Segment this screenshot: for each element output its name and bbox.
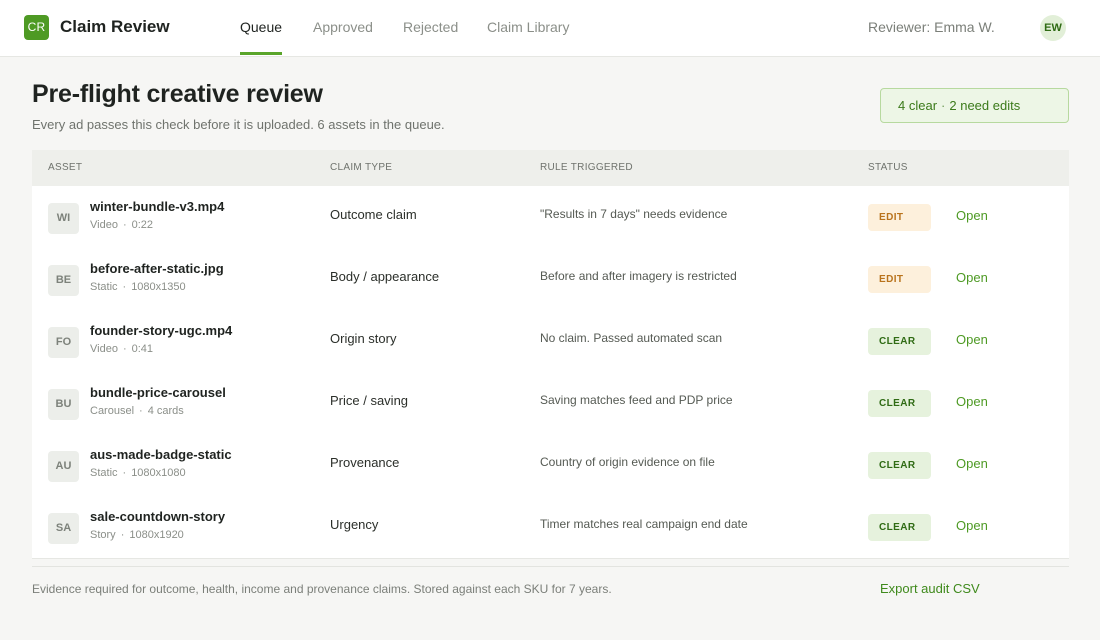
claim-type: Provenance (330, 455, 400, 470)
open-link[interactable]: Open (956, 456, 988, 471)
rule-triggered: No claim. Passed automated scan (540, 331, 723, 345)
status-badge: CLEAR (868, 390, 931, 417)
asset-thumbnail: AU (48, 451, 79, 482)
footer-note: Evidence required for outcome, health, i… (32, 582, 612, 596)
tab-rejected[interactable]: Rejected (403, 19, 458, 57)
header-status: STATUS (868, 162, 908, 173)
asset-format: Carousel (90, 405, 135, 417)
claim-type: Body / appearance (330, 269, 440, 284)
summary-clear-count: 4 clear (898, 98, 938, 113)
asset-meta: Story · 1080x1920 (90, 529, 184, 541)
open-link[interactable]: Open (956, 270, 988, 285)
summary-edits-count: 2 need edits (949, 98, 1021, 113)
avatar[interactable]: EW (1040, 15, 1066, 41)
asset-meta: Video · 0:22 (90, 219, 154, 231)
rule-triggered: Timer matches real campaign end date (540, 517, 748, 531)
table-header: ASSET CLAIM TYPE RULE TRIGGERED STATUS (32, 150, 1069, 186)
header-claim-type: CLAIM TYPE (330, 162, 393, 173)
header-asset: ASSET (48, 162, 83, 173)
asset-meta: Carousel · 4 cards (90, 405, 184, 417)
table-row: SA sale-countdown-story Story · 1080x1920 … (32, 496, 1069, 558)
review-table: ASSET CLAIM TYPE RULE TRIGGERED STATUS W… (32, 150, 1069, 559)
top-bar: CR Claim Review Queue Approved Rejected … (0, 0, 1100, 57)
asset-name: before-after-static.jpg (90, 261, 224, 276)
table-row: BE before-after-static.jpg Static · 1080x1… (32, 248, 1069, 310)
header-rule-triggered: RULE TRIGGERED (540, 162, 633, 173)
asset-name: winter-bundle-v3.mp4 (90, 199, 225, 214)
asset-format: Static (90, 467, 118, 479)
rule-triggered: Country of origin evidence on file (540, 455, 715, 469)
page-title: Pre-flight creative review (32, 80, 323, 108)
rule-triggered: "Results in 7 days" needs evidence (540, 207, 728, 221)
asset-name: bundle-price-carousel (90, 385, 226, 400)
tab-rejected-label: Rejected (403, 19, 459, 35)
table-row: WI winter-bundle-v3.mp4 Video · 0:22 Outco… (32, 186, 1069, 248)
tab-approved-label: Approved (313, 19, 373, 35)
asset-name: sale-countdown-story (90, 509, 226, 524)
status-badge: EDIT (868, 266, 931, 293)
table-row: AU aus-made-badge-static Static · 1080x108… (32, 434, 1069, 496)
asset-format: Static (90, 281, 118, 293)
claim-type: Price / saving (330, 393, 409, 408)
asset-name: founder-story-ugc.mp4 (90, 323, 233, 338)
asset-thumbnail: SA (48, 513, 79, 544)
asset-spec: 4 cards (147, 405, 184, 417)
status-badge: EDIT (868, 204, 931, 231)
asset-spec: 1080x1080 (131, 467, 186, 479)
reviewer-label: Reviewer: Emma W. (868, 19, 995, 35)
tab-queue[interactable]: Queue (240, 19, 283, 57)
asset-spec: 1080x1350 (131, 281, 186, 293)
active-tab-indicator (240, 52, 283, 55)
table-row: BU bundle-price-carousel Carousel · 4 card… (32, 372, 1069, 434)
status-badge: CLEAR (868, 514, 931, 541)
claim-type: Outcome claim (330, 207, 417, 222)
asset-thumbnail: WI (48, 203, 79, 234)
asset-meta: Static · 1080x1350 (90, 281, 186, 293)
footer-divider (32, 566, 1069, 567)
asset-spec: 1080x1920 (129, 529, 184, 541)
app-title: Claim Review (60, 17, 170, 36)
tab-approved[interactable]: Approved (313, 19, 373, 57)
rule-triggered: Before and after imagery is restricted (540, 269, 737, 283)
open-link[interactable]: Open (956, 332, 988, 347)
tab-claim-library-label: Claim Library (487, 19, 570, 35)
claim-type: Urgency (330, 517, 379, 532)
asset-meta: Static · 1080x1080 (90, 467, 186, 479)
table-row: FO founder-story-ugc.mp4 Video · 0:41 Orig… (32, 310, 1069, 372)
open-link[interactable]: Open (956, 518, 988, 533)
asset-thumbnail: BU (48, 389, 79, 420)
status-badge: CLEAR (868, 328, 931, 355)
tab-queue-label: Queue (240, 19, 283, 35)
rule-triggered: Saving matches feed and PDP price (540, 393, 733, 407)
open-link[interactable]: Open (956, 208, 988, 223)
claim-type: Origin story (330, 331, 397, 346)
export-audit-csv-link[interactable]: Export audit CSV (880, 581, 980, 596)
asset-thumbnail: BE (48, 265, 79, 296)
asset-thumbnail: FO (48, 327, 79, 358)
open-link[interactable]: Open (956, 394, 988, 409)
asset-meta: Video · 0:41 (90, 343, 154, 355)
status-badge: CLEAR (868, 452, 931, 479)
asset-spec: 0:41 (131, 343, 154, 355)
asset-format: Video (90, 219, 118, 231)
summary-separator: · (941, 98, 946, 113)
page-subtitle: Every ad passes this check before it is … (32, 117, 445, 132)
asset-spec: 0:22 (131, 219, 154, 231)
status-summary: 4 clear · 2 need edits (880, 88, 1069, 123)
tab-claim-library[interactable]: Claim Library (487, 19, 569, 57)
asset-name: aus-made-badge-static (90, 447, 232, 462)
asset-format: Story (90, 529, 116, 541)
app-logo: CR (24, 15, 49, 40)
asset-format: Video (90, 343, 118, 355)
